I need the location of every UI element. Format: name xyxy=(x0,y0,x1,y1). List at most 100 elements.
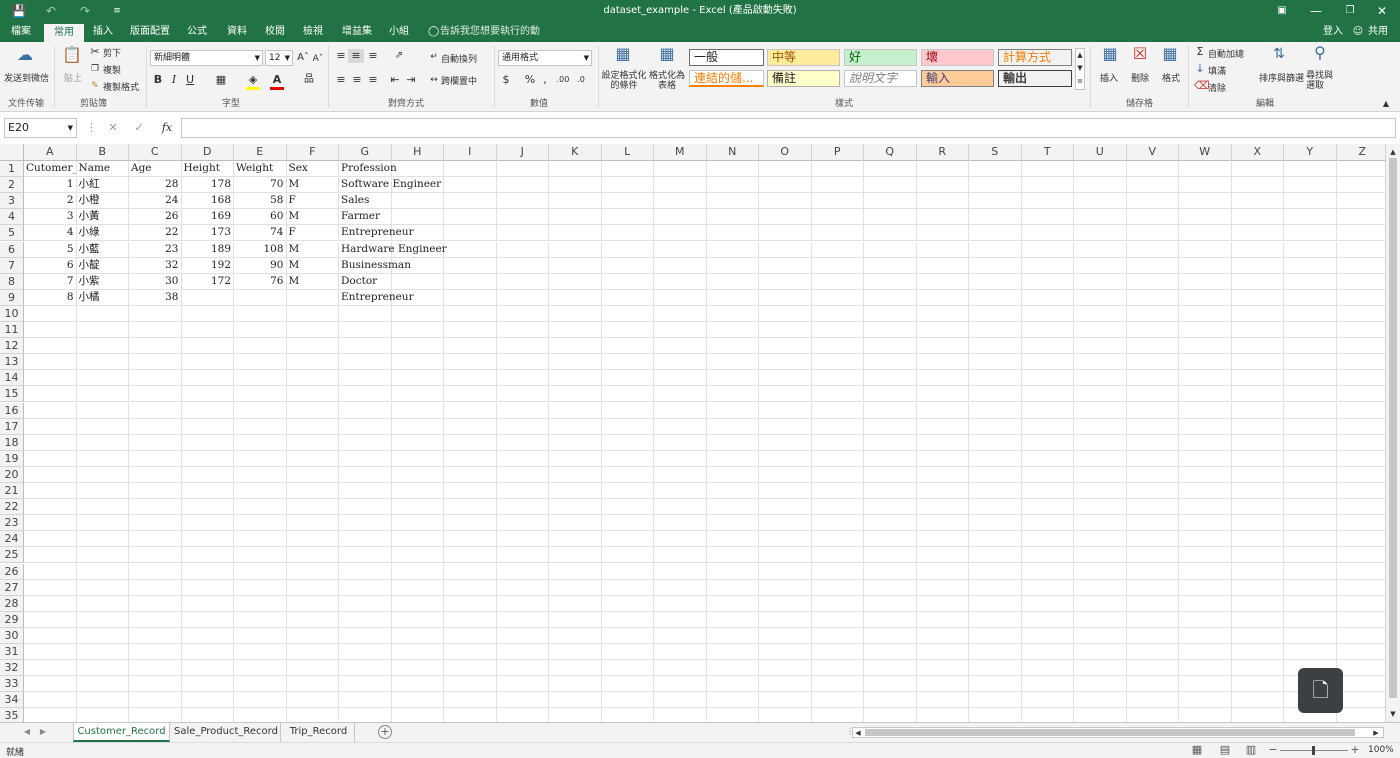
cell-x34[interactable] xyxy=(1231,692,1284,709)
cell-x15[interactable] xyxy=(1231,386,1284,403)
cell-x4[interactable] xyxy=(1231,209,1284,226)
cell-z2[interactable] xyxy=(1336,177,1385,194)
copy-icon[interactable]: ❐ xyxy=(90,62,100,76)
cell-l19[interactable] xyxy=(601,450,654,467)
cell-n5[interactable] xyxy=(706,225,759,242)
row-header-31[interactable]: 31 xyxy=(0,644,24,661)
cell-h8[interactable] xyxy=(391,273,444,290)
cell-f3[interactable]: F xyxy=(286,193,339,210)
cell-v34[interactable] xyxy=(1126,692,1179,709)
cell-k21[interactable] xyxy=(549,483,602,500)
cell-h28[interactable] xyxy=(391,595,444,612)
cell-c8[interactable]: 30 xyxy=(129,273,182,290)
cell-t25[interactable] xyxy=(1021,547,1074,564)
row-header-10[interactable]: 10 xyxy=(0,305,24,322)
cell-w14[interactable] xyxy=(1179,370,1232,387)
cell-z30[interactable] xyxy=(1336,628,1385,644)
cell-k10[interactable] xyxy=(549,305,602,322)
cell-y31[interactable] xyxy=(1284,644,1337,661)
cell-a34[interactable] xyxy=(24,692,77,709)
cell-b5[interactable]: 小綠 xyxy=(76,225,129,242)
cell-i31[interactable] xyxy=(444,644,497,661)
font-size-select[interactable]: 12 ▼ xyxy=(265,50,293,66)
cell-e9[interactable] xyxy=(234,289,287,306)
cell-t35[interactable] xyxy=(1022,708,1074,722)
fill-color-icon[interactable]: ◈ xyxy=(246,73,260,90)
cell-w24[interactable] xyxy=(1179,531,1232,548)
cell-z6[interactable] xyxy=(1336,242,1385,258)
cell-a23[interactable] xyxy=(24,515,77,532)
cell-z28[interactable] xyxy=(1336,596,1385,612)
cell-c29[interactable] xyxy=(129,611,182,628)
cell-g7[interactable]: Businessman xyxy=(339,257,411,274)
cell-r32[interactable] xyxy=(916,660,969,677)
cell-l23[interactable] xyxy=(601,515,654,532)
cell-u9[interactable] xyxy=(1074,289,1127,306)
cell-c18[interactable] xyxy=(129,434,182,451)
cell-l4[interactable] xyxy=(601,209,654,226)
cell-x5[interactable] xyxy=(1231,225,1284,242)
cell-j23[interactable] xyxy=(496,515,549,532)
cell-j35[interactable] xyxy=(497,708,549,722)
cell-c10[interactable] xyxy=(129,305,182,322)
cell-i27[interactable] xyxy=(444,579,497,596)
column-header-m[interactable]: M xyxy=(654,144,707,161)
send-wechat-label[interactable]: 发送到微信 xyxy=(4,71,49,84)
cell-h19[interactable] xyxy=(391,450,444,467)
cell-g31[interactable] xyxy=(339,644,392,661)
cell-r15[interactable] xyxy=(916,386,969,403)
cell-s5[interactable] xyxy=(969,225,1022,242)
cell-w3[interactable] xyxy=(1179,193,1232,210)
cell-u15[interactable] xyxy=(1074,386,1127,403)
zoom-out-icon[interactable]: − xyxy=(1268,743,1278,757)
cell-o11[interactable] xyxy=(759,322,812,339)
cell-v21[interactable] xyxy=(1126,483,1179,500)
cell-f1[interactable]: Sex xyxy=(286,161,339,178)
cell-r12[interactable] xyxy=(916,338,969,355)
cell-y13[interactable] xyxy=(1284,354,1337,371)
column-header-k[interactable]: K xyxy=(549,144,602,161)
cell-z22[interactable] xyxy=(1336,499,1385,516)
format-as-table-label[interactable]: 格式化為表格 xyxy=(648,71,686,91)
save-icon[interactable]: 💾 xyxy=(10,0,28,22)
cell-i20[interactable] xyxy=(444,466,497,483)
cell-z18[interactable] xyxy=(1336,435,1385,451)
cell-i34[interactable] xyxy=(444,692,497,709)
cell-v9[interactable] xyxy=(1126,289,1179,306)
cell-t34[interactable] xyxy=(1021,692,1074,709)
tab-insert[interactable]: 插入 xyxy=(86,22,120,42)
cell-x22[interactable] xyxy=(1231,499,1284,516)
cell-k34[interactable] xyxy=(549,692,602,709)
cell-u27[interactable] xyxy=(1074,579,1127,596)
cell-u14[interactable] xyxy=(1074,370,1127,387)
cell-i1[interactable] xyxy=(444,161,497,178)
cell-t19[interactable] xyxy=(1021,450,1074,467)
cell-u13[interactable] xyxy=(1074,354,1127,371)
cell-v18[interactable] xyxy=(1126,434,1179,451)
cell-b15[interactable] xyxy=(76,386,129,403)
cell-z21[interactable] xyxy=(1336,483,1385,500)
cell-x32[interactable] xyxy=(1231,660,1284,677)
cell-w25[interactable] xyxy=(1179,547,1232,564)
cell-q4[interactable] xyxy=(864,209,917,226)
cell-t16[interactable] xyxy=(1021,402,1074,419)
cell-o28[interactable] xyxy=(759,595,812,612)
cell-r28[interactable] xyxy=(916,595,969,612)
cell-j15[interactable] xyxy=(496,386,549,403)
cell-o10[interactable] xyxy=(759,305,812,322)
cell-f32[interactable] xyxy=(286,660,339,677)
cell-p12[interactable] xyxy=(811,338,864,355)
comma-style-icon[interactable]: , xyxy=(540,73,550,87)
cell-n11[interactable] xyxy=(706,322,759,339)
cell-t7[interactable] xyxy=(1021,257,1074,274)
cell-w4[interactable] xyxy=(1179,209,1232,226)
cell-i17[interactable] xyxy=(444,418,497,435)
cell-e20[interactable] xyxy=(234,466,287,483)
sort-filter-icon[interactable]: ⇅ xyxy=(1268,47,1290,61)
cell-s30[interactable] xyxy=(969,627,1022,644)
cell-w26[interactable] xyxy=(1179,563,1232,580)
wechat-send-icon[interactable]: ☁ xyxy=(14,47,36,63)
cell-e34[interactable] xyxy=(234,692,287,709)
tell-me-search[interactable]: 告訴我您想要執行的動作... xyxy=(440,22,550,57)
cell-g30[interactable] xyxy=(339,627,392,644)
